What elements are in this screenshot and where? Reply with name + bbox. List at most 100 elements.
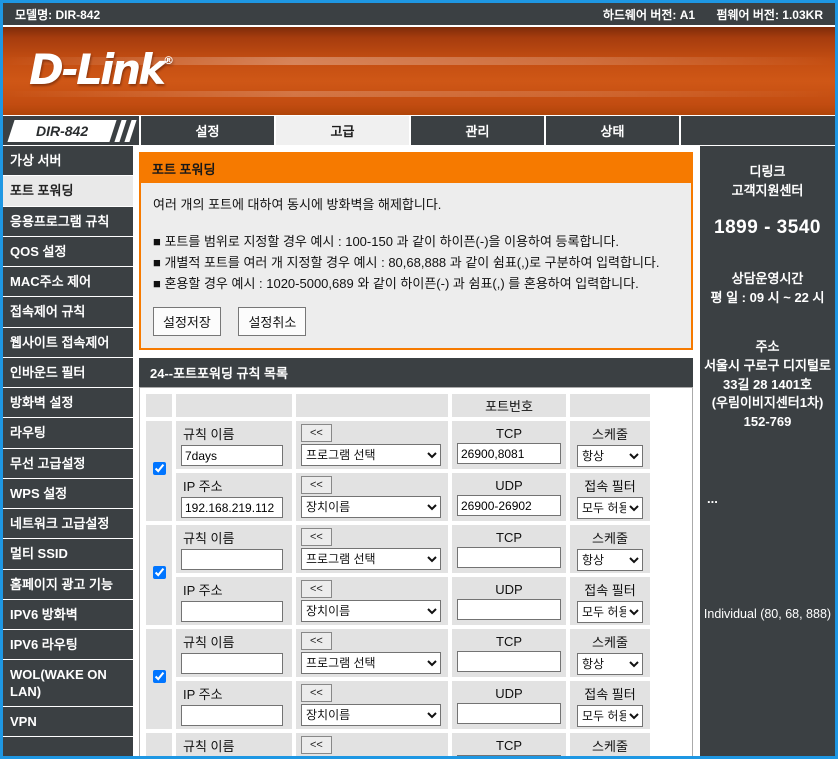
tcp-port-input[interactable] <box>457 651 561 672</box>
access-filter-cell: 접속 필터 모두 허용 <box>570 473 650 521</box>
schedule-cell: 스케줄 항상 <box>570 525 650 573</box>
sidebar-item[interactable]: WOL(WAKE ON LAN) <box>3 660 133 707</box>
sidebar-item[interactable]: 인바운드 필터 <box>3 358 133 388</box>
schedule-label: 스케줄 <box>575 424 645 443</box>
access-filter-select[interactable]: 모두 허용 <box>577 705 643 727</box>
help-bullet: ■ 혼용할 경우 예시 : 1020-5000,689 와 같이 하이픈(-) … <box>153 275 679 294</box>
copy-left-button[interactable]: << <box>301 424 332 442</box>
access-filter-select[interactable]: 모두 허용 <box>577 601 643 623</box>
tcp-label: TCP <box>457 634 561 649</box>
program-select-cell: << 프로그램 선택 <box>296 733 448 756</box>
filter-label: 접속 필터 <box>575 684 645 703</box>
sidebar-item[interactable]: WPS 설정 <box>3 479 133 509</box>
copy-left-button[interactable]: << <box>301 580 332 598</box>
rule-name-input[interactable] <box>181 653 283 674</box>
tab-advanced[interactable]: 고급 <box>274 116 409 145</box>
port-forwarding-panel: 포트 포워딩 여러 개의 포트에 대하여 동시에 방화벽을 해제합니다. ■ 포… <box>139 152 693 350</box>
sidebar-item[interactable]: 멀티 SSID <box>3 539 133 569</box>
table-header-row: 포트번호 <box>146 394 650 417</box>
tab-settings[interactable]: 설정 <box>139 116 274 145</box>
sidebar-item[interactable]: IPV6 방화벽 <box>3 600 133 630</box>
udp-port-input[interactable] <box>457 599 561 620</box>
rule-checkbox-cell <box>146 629 172 729</box>
rule-name-input[interactable] <box>181 549 283 570</box>
sidebar-item[interactable]: 라우팅 <box>3 418 133 448</box>
copy-left-button[interactable]: << <box>301 528 332 546</box>
sidebar-item[interactable]: 방화벽 설정 <box>3 388 133 418</box>
sidebar-item[interactable]: 홈페이지 광고 기능 <box>3 570 133 600</box>
rule-row-top: 규칙 이름 << 프로그램 선택 TCP 스케줄 항상 <box>146 733 650 756</box>
rule-name-label: 규칙 이름 <box>183 632 287 651</box>
sidebar: 가상 서버포트 포워딩응용프로그램 규칙QOS 설정MAC주소 제어접속제어 규… <box>3 145 133 756</box>
access-filter-cell: 접속 필터 모두 허용 <box>570 681 650 729</box>
copy-left-button[interactable]: << <box>301 736 332 754</box>
schedule-select[interactable]: 항상 <box>577 549 643 571</box>
rule-row-top: 규칙 이름 << 프로그램 선택 TCP 스케줄 항상 <box>146 421 650 469</box>
sidebar-item[interactable]: IPV6 라우팅 <box>3 630 133 660</box>
tcp-port-input[interactable] <box>457 443 561 464</box>
panel-description: 여러 개의 포트에 대하여 동시에 방화벽을 해제합니다. <box>153 194 679 213</box>
ip-address-input[interactable] <box>181 601 283 622</box>
udp-port-cell: UDP <box>452 577 566 625</box>
cancel-settings-button[interactable]: 설정취소 <box>238 307 306 336</box>
badge-stripe <box>124 120 136 142</box>
copy-left-button[interactable]: << <box>301 684 332 702</box>
rule-name-cell: 규칙 이름 <box>176 421 292 469</box>
rules-list-section: 24--포트포워딩 규칙 목록 포트번호 <box>139 358 693 756</box>
hours-value: 평 일 : 09 시 ~ 22 시 <box>703 289 832 308</box>
tcp-port-input[interactable] <box>457 755 561 756</box>
rule-name-input[interactable] <box>181 445 283 466</box>
program-select[interactable]: 프로그램 선택 <box>301 548 441 570</box>
ip-address-input[interactable] <box>181 497 283 518</box>
udp-label: UDP <box>457 478 561 493</box>
device-name-select[interactable]: 장치이름 <box>301 496 441 518</box>
sidebar-item[interactable]: 접속제어 규칙 <box>3 297 133 327</box>
rule-enable-checkbox[interactable] <box>153 670 166 683</box>
sidebar-item[interactable]: 가상 서버 <box>3 146 133 176</box>
device-name-select[interactable]: 장치이름 <box>301 704 441 726</box>
save-settings-button[interactable]: 설정저장 <box>153 307 221 336</box>
tab-status[interactable]: 상태 <box>544 116 679 145</box>
schedule-select[interactable]: 항상 <box>577 445 643 467</box>
udp-port-input[interactable] <box>457 703 561 724</box>
sidebar-item[interactable]: VPN <box>3 707 133 737</box>
tcp-label: TCP <box>457 426 561 441</box>
individual-note: Individual (80, 68, 888) <box>703 605 832 623</box>
program-select-cell: << 프로그램 선택 <box>296 421 448 469</box>
copy-left-button[interactable]: << <box>301 476 332 494</box>
sidebar-item[interactable]: 포트 포워딩 <box>3 176 133 206</box>
sidebar-item[interactable]: 무선 고급설정 <box>3 449 133 479</box>
rules-list-title: 24--포트포워딩 규칙 목록 <box>139 358 693 387</box>
hours-title: 상담운영시간 <box>703 270 832 289</box>
sidebar-item[interactable]: 웹사이트 접속제어 <box>3 328 133 358</box>
device-select-cell: << 장치이름 <box>296 473 448 521</box>
tcp-port-input[interactable] <box>457 547 561 568</box>
device-name-select[interactable]: 장치이름 <box>301 600 441 622</box>
sidebar-item[interactable]: 응용프로그램 규칙 <box>3 207 133 237</box>
dlink-logo: D-Link® <box>29 45 174 94</box>
copy-left-button[interactable]: << <box>301 632 332 650</box>
udp-port-input[interactable] <box>457 495 561 516</box>
access-filter-select[interactable]: 모두 허용 <box>577 497 643 519</box>
rule-enable-checkbox[interactable] <box>153 462 166 475</box>
ip-address-input[interactable] <box>181 705 283 726</box>
sidebar-item[interactable]: MAC주소 제어 <box>3 267 133 297</box>
sidebar-item[interactable]: 네트워크 고급설정 <box>3 509 133 539</box>
device-badge-zone: DIR-842 <box>3 116 139 145</box>
schedule-label: 스케줄 <box>575 528 645 547</box>
tab-management[interactable]: 관리 <box>409 116 544 145</box>
address-line: 33길 28 1401호 <box>703 376 832 395</box>
sidebar-item[interactable]: QOS 설정 <box>3 237 133 267</box>
address-line: (우림이비지센터1차) <box>703 394 832 413</box>
schedule-cell: 스케줄 항상 <box>570 733 650 756</box>
program-select[interactable]: 프로그램 선택 <box>301 444 441 466</box>
rule-row-top: 규칙 이름 << 프로그램 선택 TCP 스케줄 항상 <box>146 525 650 573</box>
header-cell-port: 포트번호 <box>452 394 566 417</box>
tcp-label: TCP <box>457 738 561 753</box>
schedule-select[interactable]: 항상 <box>577 653 643 675</box>
rule-name-cell: 규칙 이름 <box>176 525 292 573</box>
help-bullet: ■ 개별적 포트를 여러 개 지정할 경우 예시 : 80,68,888 과 같… <box>153 254 679 273</box>
rule-enable-checkbox[interactable] <box>153 566 166 579</box>
program-select[interactable]: 프로그램 선택 <box>301 652 441 674</box>
rule-name-cell: 규칙 이름 <box>176 733 292 756</box>
